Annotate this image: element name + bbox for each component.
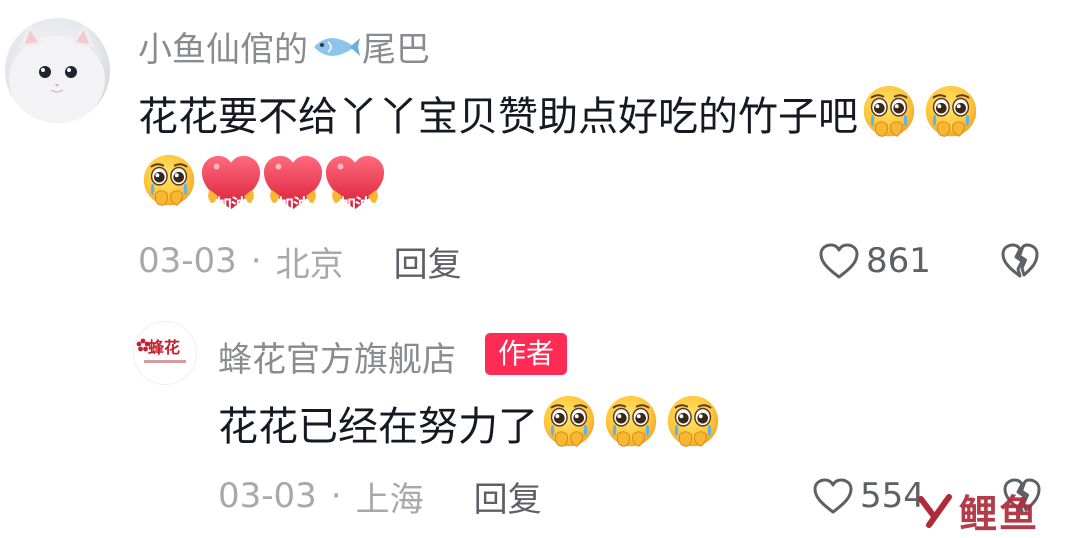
- meta-separator: ·: [330, 476, 342, 516]
- broken-heart-icon[interactable]: [1000, 242, 1040, 280]
- jiayou-heart-sticker: 加油: [324, 153, 386, 216]
- meta-separator: ·: [250, 241, 262, 281]
- commenter-name[interactable]: 小鱼仙倌的 尾巴: [138, 22, 430, 70]
- pleading-face-icon: [600, 392, 662, 454]
- reply-location: 上海: [355, 479, 424, 520]
- heart-outline-icon: [819, 243, 859, 279]
- comment-text-content: 花花要不给丫丫宝贝赞助点好吃的竹子吧: [138, 94, 858, 140]
- reply-like-button[interactable]: 554: [812, 473, 925, 519]
- brand-avatar[interactable]: 蜂花: [133, 321, 197, 385]
- comment-meta: 03-03 · 北京 回复: [138, 237, 462, 286]
- watermark: 鲤鱼: [915, 483, 1039, 538]
- pleading-face-icon: [662, 392, 724, 454]
- commenter-avatar[interactable]: [5, 18, 110, 123]
- reply-user-name[interactable]: 蜂花官方旗舰店: [218, 332, 456, 381]
- reply-meta: 03-03 · 上海 回复: [218, 472, 542, 521]
- reply-date: 03-03: [218, 476, 317, 516]
- brand-logo-underline: [144, 360, 186, 363]
- comment-date: 03-03: [138, 241, 237, 281]
- watermark-text: 鲤鱼: [959, 492, 1040, 536]
- reply-reply-button[interactable]: 回复: [474, 472, 542, 521]
- comment-reply-button[interactable]: 回复: [394, 237, 462, 286]
- pleading-face-icon: [858, 82, 920, 144]
- pleading-face-icon: [138, 151, 200, 213]
- commenter-name-suffix: 尾巴: [362, 29, 430, 70]
- comment-like-count: 861: [866, 241, 931, 281]
- jiayou-heart-sticker: 加油: [200, 153, 262, 216]
- comment-location: 北京: [275, 244, 344, 285]
- comment-text: 花花要不给丫丫宝贝赞助点好吃的竹子吧加油 加油 加油: [138, 82, 1053, 220]
- pleading-face-icon: [538, 392, 600, 454]
- heart-outline-icon: [813, 478, 853, 514]
- commenter-name-prefix: 小鱼仙倌的: [138, 29, 308, 70]
- reply-text-content: 花花已经在努力了: [218, 404, 538, 450]
- sticker-label: 加油: [215, 196, 248, 216]
- sticker-label: 加油: [339, 196, 372, 216]
- fish-icon: [310, 31, 360, 61]
- brand-logo-text: 蜂花: [148, 338, 181, 357]
- sticker-label: 加油: [277, 196, 310, 216]
- jiayou-heart-sticker: 加油: [262, 153, 324, 216]
- pleading-face-icon: [920, 82, 982, 144]
- author-badge: 作者: [485, 333, 567, 375]
- comment-like-button[interactable]: 861: [818, 238, 931, 284]
- reply-text: 花花已经在努力了: [218, 392, 724, 461]
- cat-avatar-image: [9, 24, 105, 123]
- watermark-logo-icon: [918, 493, 952, 528]
